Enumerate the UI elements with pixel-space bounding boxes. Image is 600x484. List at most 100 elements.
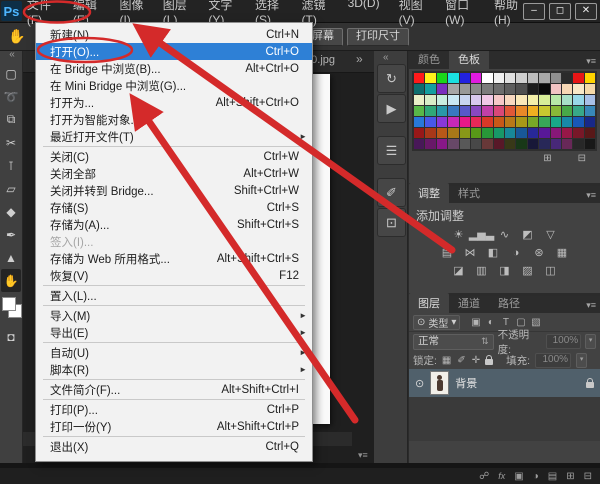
swatch-1-5[interactable] — [471, 84, 481, 94]
swatch-2-11[interactable] — [539, 95, 549, 105]
minimize-button[interactable]: – — [523, 3, 545, 20]
tab-overflow-chevron-icon[interactable]: » — [356, 52, 361, 66]
swatch-5-1[interactable] — [425, 128, 435, 138]
print-size-button[interactable]: 打印尺寸 — [347, 28, 409, 46]
color-lookup-icon[interactable]: ▦ — [554, 244, 570, 261]
swatch-0-3[interactable] — [448, 73, 458, 83]
swatch-5-11[interactable] — [539, 128, 549, 138]
file-menu-item-1[interactable]: 打开(O)...Ctrl+O — [36, 43, 312, 60]
swatch-6-13[interactable] — [562, 139, 572, 149]
swatch-3-9[interactable] — [516, 106, 526, 116]
swatch-6-5[interactable] — [471, 139, 481, 149]
swatch-6-9[interactable] — [516, 139, 526, 149]
gradient-map-icon[interactable]: ▨ — [520, 262, 536, 279]
actions-panel-icon[interactable]: ▶ — [377, 94, 406, 123]
swatch-0-1[interactable] — [425, 73, 435, 83]
clone-stamp-tool[interactable]: ⊺ — [1, 154, 21, 177]
fill-value[interactable]: 100% — [535, 353, 571, 368]
swatch-0-9[interactable] — [516, 73, 526, 83]
invert-icon[interactable]: ◪ — [451, 262, 467, 279]
swatch-4-14[interactable] — [573, 117, 583, 127]
swatch-6-15[interactable] — [585, 139, 595, 149]
swatch-5-8[interactable] — [505, 128, 515, 138]
swatch-0-0[interactable] — [414, 73, 424, 83]
swatch-6-2[interactable] — [437, 139, 447, 149]
blur-tool[interactable]: ◆ — [1, 200, 21, 223]
layers-tab-通道[interactable]: 通道 — [449, 293, 489, 313]
swatch-4-3[interactable] — [448, 117, 458, 127]
adjustments-tab-调整[interactable]: 调整 — [409, 183, 449, 203]
swatch-0-2[interactable] — [437, 73, 447, 83]
file-menu-item-5[interactable]: 打开为智能对象... — [36, 111, 312, 128]
layers-panel-menu-icon[interactable]: ▾≡ — [586, 300, 600, 313]
lock-transparency-icon[interactable]: ▦ — [442, 355, 451, 366]
file-menu-item-4[interactable]: 打开为...Alt+Shift+Ctrl+O — [36, 94, 312, 111]
file-menu-item-15[interactable]: 恢复(V)F12 — [36, 267, 312, 284]
hand-tool[interactable]: ✋ — [1, 269, 21, 292]
swatches-tab-色板[interactable]: 色板 — [449, 49, 489, 69]
swatch-1-12[interactable] — [551, 84, 561, 94]
swatch-3-14[interactable] — [573, 106, 583, 116]
file-menu-item-0[interactable]: 新建(N)...Ctrl+N — [36, 26, 312, 43]
slice-tool[interactable]: ✂ — [1, 131, 21, 154]
swatch-3-0[interactable] — [414, 106, 424, 116]
swatch-5-3[interactable] — [448, 128, 458, 138]
exposure-icon[interactable]: ◩ — [520, 226, 536, 243]
swatch-6-12[interactable] — [551, 139, 561, 149]
history-panel-icon[interactable]: ↻ — [377, 64, 406, 93]
toolbar-collapse-icon[interactable]: « — [9, 50, 13, 62]
swatch-6-8[interactable] — [505, 139, 515, 149]
swatch-5-5[interactable] — [471, 128, 481, 138]
vibrance-icon[interactable]: ▽ — [543, 226, 559, 243]
swatch-4-10[interactable] — [528, 117, 538, 127]
new-group-icon[interactable]: ▤ — [548, 471, 557, 482]
status-bar-menu-icon[interactable]: ▾≡ — [358, 450, 368, 461]
lasso-tool[interactable]: ➰ — [1, 85, 21, 108]
layer-effects-icon[interactable]: fx — [498, 471, 505, 481]
filter-adjustment-icon[interactable]: ◐ — [484, 317, 497, 328]
swatch-1-0[interactable] — [414, 84, 424, 94]
swatch-1-2[interactable] — [437, 84, 447, 94]
swatch-1-4[interactable] — [460, 84, 470, 94]
swatch-3-2[interactable] — [437, 106, 447, 116]
layers-tab-路径[interactable]: 路径 — [489, 293, 529, 313]
swatch-5-15[interactable] — [585, 128, 595, 138]
layer-mask-icon[interactable]: ▣ — [514, 471, 523, 482]
swatch-4-15[interactable] — [585, 117, 595, 127]
levels-icon[interactable]: ▂▅▃ — [474, 226, 490, 243]
file-menu-item-6[interactable]: 最近打开文件(T)► — [36, 128, 312, 145]
swatch-4-6[interactable] — [482, 117, 492, 127]
swatch-0-4[interactable] — [460, 73, 470, 83]
swatch-6-3[interactable] — [448, 139, 458, 149]
path-select-tool[interactable]: ▲ — [1, 246, 21, 269]
swatch-1-1[interactable] — [425, 84, 435, 94]
swatch-2-10[interactable] — [528, 95, 538, 105]
swatch-0-15[interactable] — [585, 73, 595, 83]
adjustments-panel-menu-icon[interactable]: ▾≡ — [586, 190, 600, 203]
swatch-0-6[interactable] — [482, 73, 492, 83]
swatch-0-7[interactable] — [494, 73, 504, 83]
swatch-2-8[interactable] — [505, 95, 515, 105]
swatch-1-14[interactable] — [573, 84, 583, 94]
file-menu-item-19[interactable]: 导入(M)► — [36, 307, 312, 324]
pen-tool[interactable]: ✒ — [1, 223, 21, 246]
eraser-tool[interactable]: ▱ — [1, 177, 21, 200]
swatch-1-8[interactable] — [505, 84, 515, 94]
black-white-icon[interactable]: ◧ — [485, 244, 501, 261]
swatches-panel-menu-icon[interactable]: ▾≡ — [586, 56, 600, 69]
new-adjustment-icon[interactable]: ◑ — [533, 471, 539, 482]
file-menu-item-11[interactable]: 存储(S)Ctrl+S — [36, 199, 312, 216]
swatch-0-11[interactable] — [539, 73, 549, 83]
swatch-3-15[interactable] — [585, 106, 595, 116]
menubar-item-7[interactable]: 3D(D) — [347, 0, 381, 29]
filter-pixel-icon[interactable]: ▣ — [469, 317, 482, 328]
swatch-1-13[interactable] — [562, 84, 572, 94]
adjustments-tab-样式[interactable]: 样式 — [449, 183, 489, 203]
file-menu-item-2[interactable]: 在 Bridge 中浏览(B)...Alt+Ctrl+O — [36, 60, 312, 77]
swatch-2-0[interactable] — [414, 95, 424, 105]
swatch-5-13[interactable] — [562, 128, 572, 138]
swatch-0-8[interactable] — [505, 73, 515, 83]
layer-row-background[interactable]: ⊙ 背景 — [409, 369, 600, 397]
swatch-3-4[interactable] — [460, 106, 470, 116]
swatch-3-3[interactable] — [448, 106, 458, 116]
